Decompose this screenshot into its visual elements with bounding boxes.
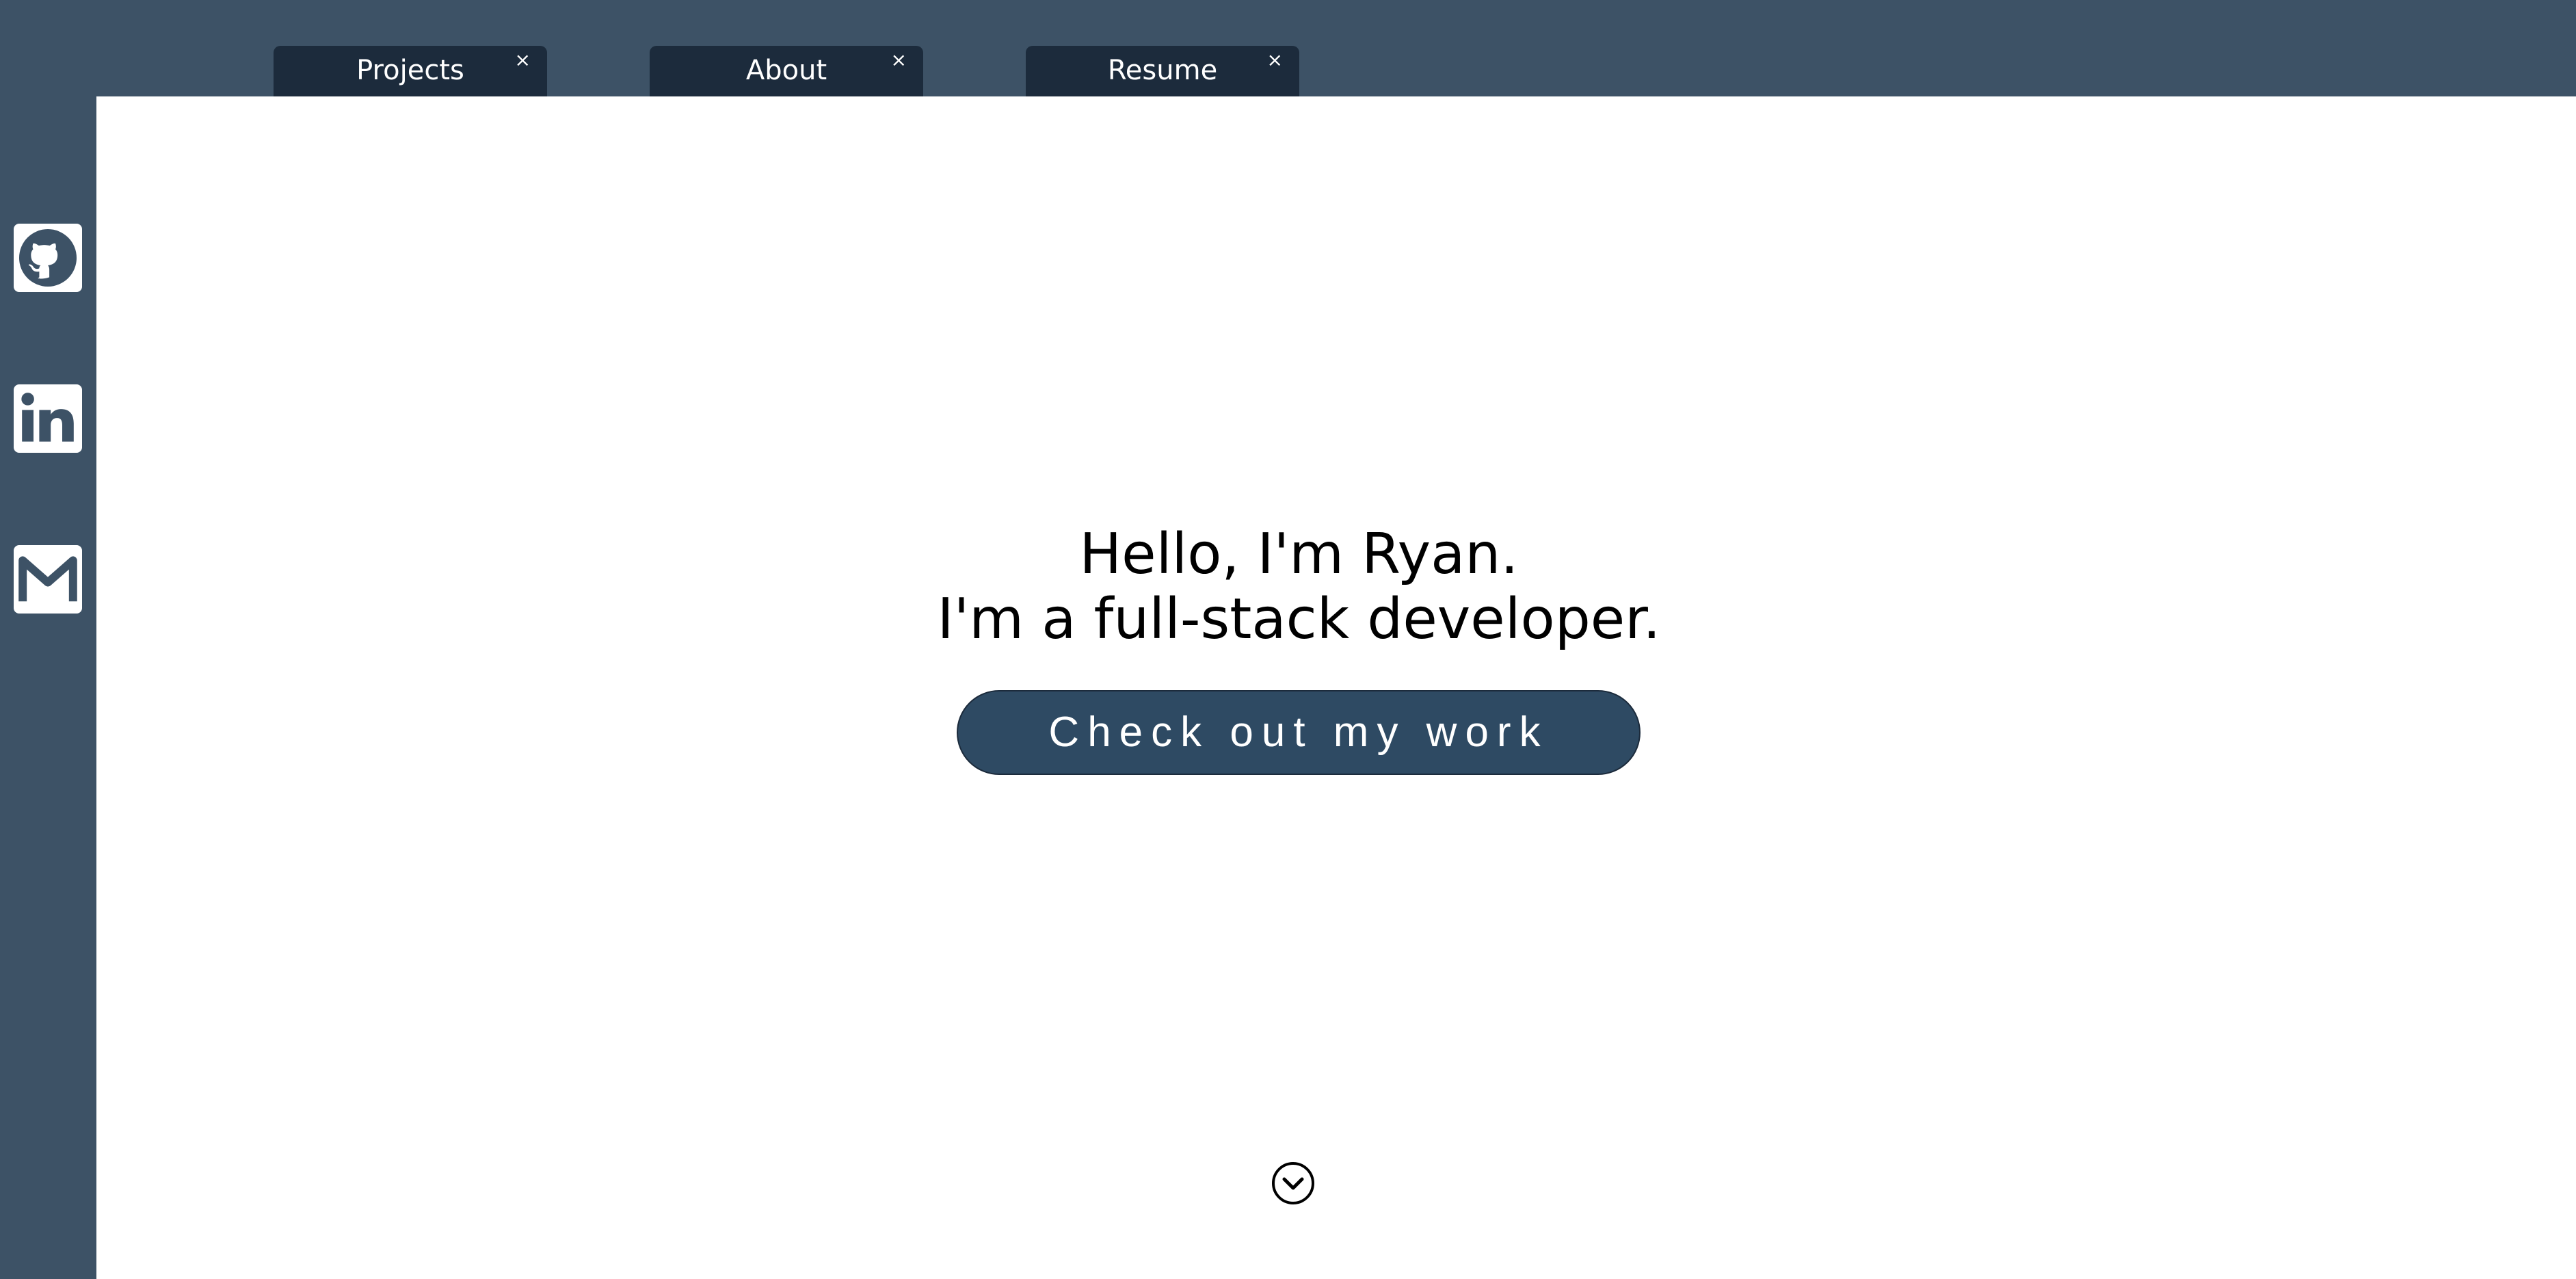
hero-heading: Hello, I'm Ryan. [1079,522,1519,587]
tab-about[interactable]: About × [650,46,923,96]
github-link[interactable] [14,224,82,292]
gmail-icon [18,556,77,602]
page: Projects × About × Resume × Hello, I'm R… [0,0,2576,1279]
github-icon [19,229,77,287]
top-nav-bar: Projects × About × Resume × [0,0,2576,96]
tab-label: Resume [1107,55,1218,86]
close-icon[interactable]: × [1267,49,1283,72]
tab-resume[interactable]: Resume × [1026,46,1299,96]
check-out-work-button[interactable]: Check out my work [957,690,1641,775]
tab-projects[interactable]: Projects × [274,46,547,96]
tab-label: Projects [356,55,464,86]
tab-label: About [745,55,827,86]
gmail-link[interactable] [14,545,82,614]
main-content: Hello, I'm Ryan. I'm a full-stack develo… [96,96,2576,1279]
close-icon[interactable]: × [891,49,907,72]
close-icon[interactable]: × [515,49,531,72]
hero-subheading: I'm a full-stack developer. [937,587,1661,652]
chevron-down-circle-icon [1272,1162,1314,1204]
linkedin-link[interactable] [14,384,82,453]
scroll-down-button[interactable] [1271,1161,1315,1205]
social-sidebar [0,96,96,1279]
linkedin-icon [21,393,74,442]
